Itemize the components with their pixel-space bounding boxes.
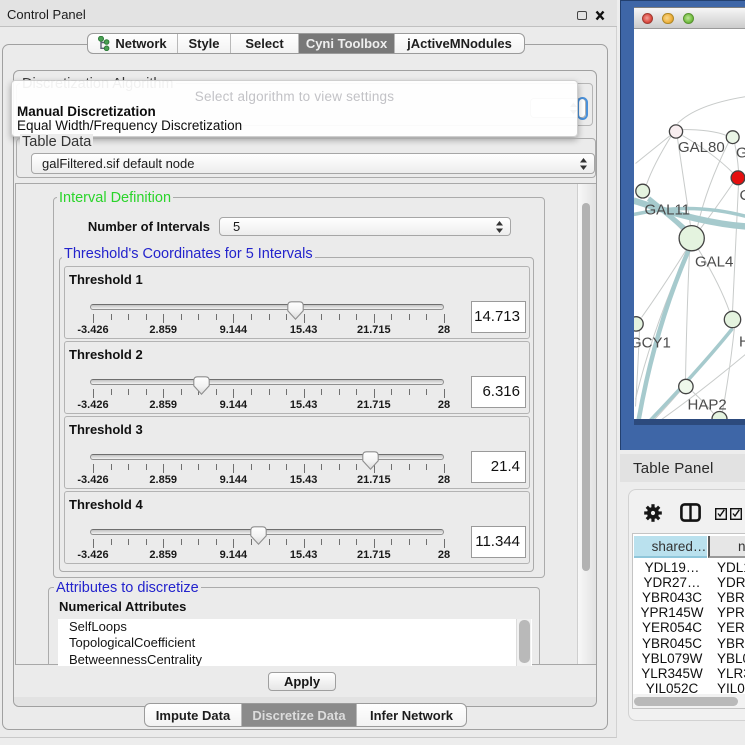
svg-text:CRM1: CRM1 — [739, 187, 745, 204]
svg-text:HAP2: HAP2 — [687, 396, 726, 413]
svg-text:GCY1: GCY1 — [634, 334, 671, 351]
svg-text:GAL11: GAL11 — [644, 201, 690, 218]
svg-text:GAL4: GAL4 — [695, 253, 733, 270]
svg-text:GAL80: GAL80 — [678, 139, 725, 156]
svg-text:HIS4: HIS4 — [739, 333, 745, 350]
svg-text:GAL3: GAL3 — [736, 144, 745, 161]
